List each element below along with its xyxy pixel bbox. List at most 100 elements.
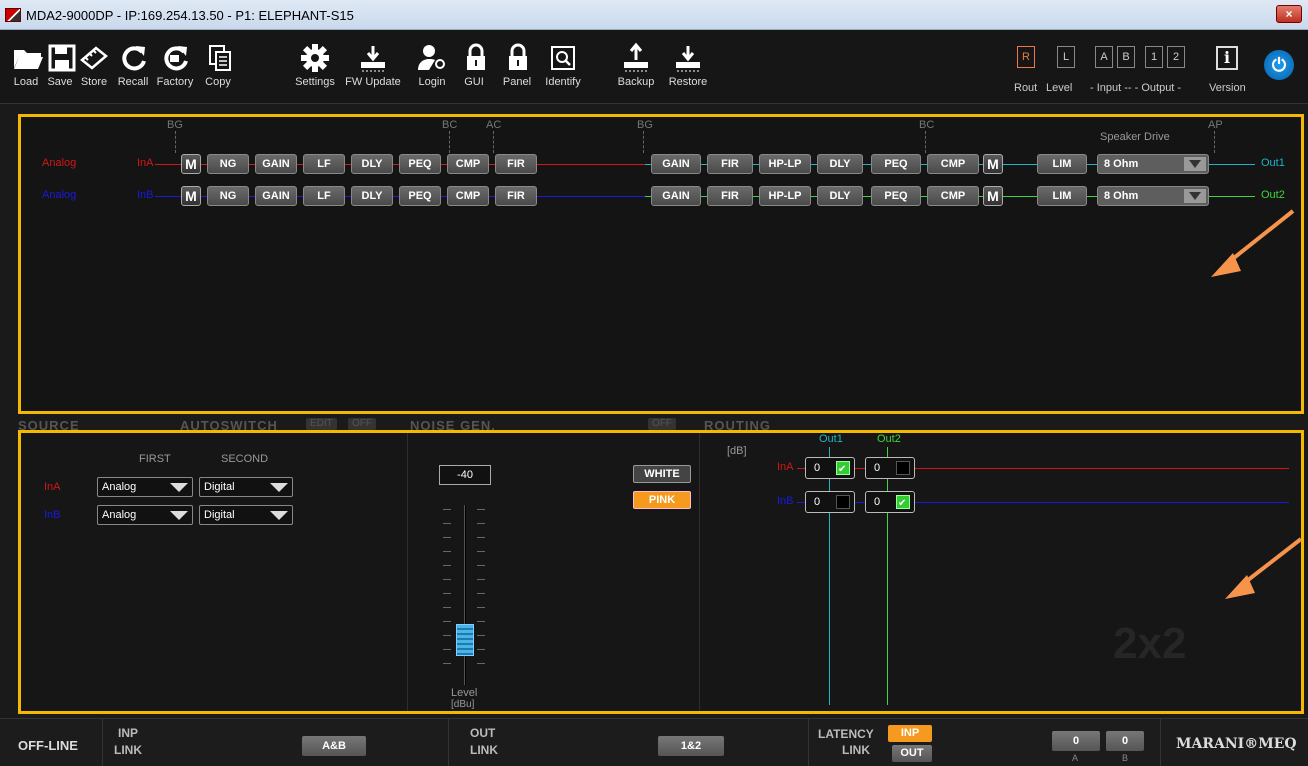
ina-first-source-select[interactable]: Analog [97, 477, 193, 497]
row-b-out-dly-block[interactable]: DLY [817, 186, 863, 206]
pink-noise-button[interactable]: PINK [633, 491, 691, 509]
identify-label: Identify [545, 76, 581, 88]
noise-off-button[interactable]: OFF [648, 418, 676, 430]
route-ina-out2-checkbox[interactable] [896, 461, 910, 475]
route-ina-out1-value: 0 [814, 462, 821, 474]
output-2-toggle[interactable]: 2 [1167, 46, 1185, 68]
row-b-out-gain-block[interactable]: GAIN [651, 186, 701, 206]
row-b-fir-block[interactable]: FIR [495, 186, 537, 206]
row-b-out-fir-block[interactable]: FIR [707, 186, 753, 206]
out2-bus-line [887, 447, 888, 705]
row-b-lf-block[interactable]: LF [303, 186, 345, 206]
row-b-dly-block[interactable]: DLY [351, 186, 393, 206]
login-button[interactable]: Login [416, 42, 448, 88]
row-a-peq-block[interactable]: PEQ [399, 154, 441, 174]
row-a-lf-block[interactable]: LF [303, 154, 345, 174]
row-b-out-peq-block[interactable]: PEQ [871, 186, 921, 206]
restore-button[interactable]: Restore [668, 42, 708, 88]
row-b-peq-block[interactable]: PEQ [399, 186, 441, 206]
row-a-lim-block[interactable]: LIM [1037, 154, 1087, 174]
source-inb-label: InB [44, 509, 61, 521]
inb-second-source-select[interactable]: Digital [199, 505, 293, 525]
ina-second-source-select[interactable]: Digital [199, 477, 293, 497]
rout-toggle[interactable]: R [1017, 46, 1035, 68]
row-a-output-mute[interactable]: M [983, 154, 1003, 174]
row-a-ng-block[interactable]: NG [207, 154, 249, 174]
row-a-out-peq-block[interactable]: PEQ [871, 154, 921, 174]
row-b-lim-block[interactable]: LIM [1037, 186, 1087, 206]
autoswitch-edit-button[interactable]: EDIT [306, 418, 337, 430]
autoswitch-off-button[interactable]: OFF [348, 418, 376, 430]
white-noise-button[interactable]: WHITE [633, 465, 691, 483]
row-a-hplp-block[interactable]: HP-LP [759, 154, 811, 174]
row-a-out-gain-block[interactable]: GAIN [651, 154, 701, 174]
noise-level-fader-handle[interactable] [456, 624, 474, 656]
inb-first-source-select[interactable]: Analog [97, 505, 193, 525]
store-button[interactable]: Store [78, 42, 110, 88]
route-inb-out1-cell[interactable]: 0 [805, 491, 855, 513]
row-b-out-cmp-block[interactable]: CMP [927, 186, 979, 206]
identify-button[interactable]: Identify [540, 42, 586, 88]
latency-out-button[interactable]: OUT [892, 745, 932, 762]
row-a-gain-block[interactable]: GAIN [255, 154, 297, 174]
row-b-output-mute[interactable]: M [983, 186, 1003, 206]
copy-button[interactable]: Copy [204, 42, 232, 88]
route-inb-out2-checkbox[interactable] [896, 494, 910, 514]
out-link-button[interactable]: 1&2 [658, 736, 724, 756]
route-ina-out1-checkbox[interactable] [836, 460, 850, 480]
fader-tick [443, 649, 451, 650]
first-label: FIRST [139, 453, 171, 465]
chevron-down-icon [1184, 189, 1206, 203]
factory-button[interactable]: Factory [156, 42, 194, 88]
fader-tick [443, 565, 451, 566]
fader-tick [443, 523, 451, 524]
row-a-out-cmp-block[interactable]: CMP [927, 154, 979, 174]
inp-link-button[interactable]: A&B [302, 736, 366, 756]
factory-reset-icon [164, 46, 188, 71]
save-button[interactable]: Save [46, 42, 76, 88]
row-a-input-mute[interactable]: M [181, 154, 201, 174]
row-a-fir-block[interactable]: FIR [495, 154, 537, 174]
close-button[interactable]: × [1276, 5, 1302, 23]
row-b-gain-block[interactable]: GAIN [255, 186, 297, 206]
latency-inp-button[interactable]: INP [888, 725, 932, 742]
marker-line [925, 131, 926, 153]
row-a-out-dly-block[interactable]: DLY [817, 154, 863, 174]
inb-second-value: Digital [204, 509, 235, 521]
gui-lock-button[interactable]: GUI [460, 42, 488, 88]
noise-level-fader-track[interactable] [464, 505, 466, 685]
route-inb-out1-checkbox[interactable] [836, 495, 850, 509]
route-inb-out2-cell[interactable]: 0 [865, 491, 915, 514]
level-toggle[interactable]: L [1057, 46, 1075, 68]
output-1-toggle[interactable]: 1 [1145, 46, 1163, 68]
fader-tick [477, 621, 485, 622]
noise-level-input[interactable]: -40 [439, 465, 491, 485]
input-a-toggle[interactable]: A [1095, 46, 1113, 68]
row-a-speaker-drive-select[interactable]: 8 Ohm [1097, 154, 1209, 174]
row-b-cmp-block[interactable]: CMP [447, 186, 489, 206]
annotation-arrow-icon [1225, 537, 1303, 599]
version-label: Version [1209, 82, 1246, 94]
row-a-dly-block[interactable]: DLY [351, 154, 393, 174]
recall-button[interactable]: Recall [116, 42, 150, 88]
power-button[interactable]: ⏻ [1264, 50, 1294, 80]
settings-button[interactable]: Settings [292, 42, 338, 88]
row-b-ng-block[interactable]: NG [207, 186, 249, 206]
divider [102, 719, 103, 766]
row-a-cmp-block[interactable]: CMP [447, 154, 489, 174]
row-b-input-mute[interactable]: M [181, 186, 201, 206]
marker-ap: AP [1208, 119, 1223, 131]
backup-button[interactable]: Backup [617, 42, 655, 88]
status-bar: OFF-LINE INP LINK A&B OUT LINK 1&2 LATEN… [0, 718, 1308, 766]
route-ina-out1-cell[interactable]: 0 [805, 457, 855, 480]
version-icon[interactable]: i [1216, 46, 1238, 70]
fw-update-button[interactable]: FW Update [344, 42, 402, 88]
row-a-out-fir-block[interactable]: FIR [707, 154, 753, 174]
row-b-hplp-block[interactable]: HP-LP [759, 186, 811, 206]
load-button[interactable]: Load [12, 42, 43, 88]
route-ina-out2-cell[interactable]: 0 [865, 457, 915, 479]
meter-a-label: A [1072, 753, 1079, 763]
panel-lock-button[interactable]: Panel [502, 42, 532, 88]
row-b-speaker-drive-select[interactable]: 8 Ohm [1097, 186, 1209, 206]
input-b-toggle[interactable]: B [1117, 46, 1135, 68]
